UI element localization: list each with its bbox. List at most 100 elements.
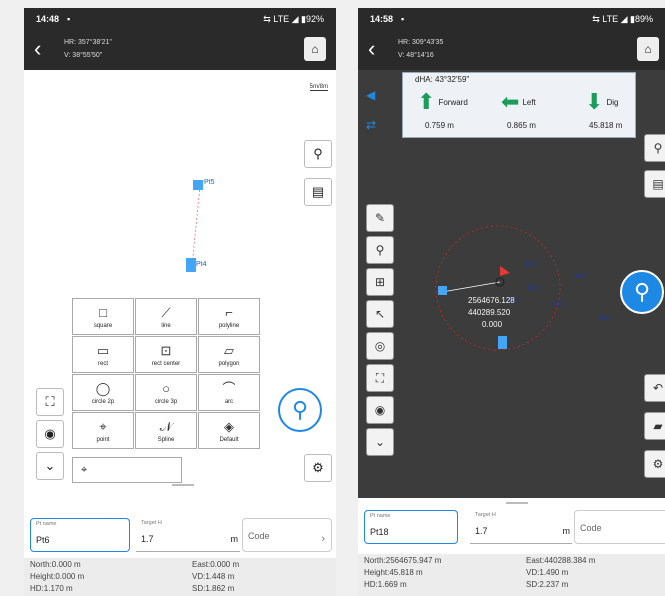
frame-icon: ⛶	[45, 394, 55, 409]
pin-icon: ⚲	[313, 146, 323, 161]
north-value: North:0.000 m	[30, 560, 81, 569]
center-location-button[interactable]: ◉	[36, 420, 64, 448]
point-label-pt13: Pt13	[554, 302, 567, 308]
tool-arc[interactable]: ⌒ arc	[198, 374, 260, 411]
app-header: ‹ HR: 357°38'21" V: 38°55'50" ⌂	[24, 30, 336, 70]
back-button[interactable]: ‹	[368, 36, 375, 62]
sketch-button[interactable]: ✎	[366, 204, 394, 232]
status-time: 14:58	[370, 14, 394, 24]
dig-label: Dig	[606, 97, 619, 107]
arrow-back-icon[interactable]: ◀	[366, 88, 375, 102]
total-station-icon[interactable]: ⌂	[304, 37, 326, 61]
pt-name-field[interactable]: Pt name Pt6	[30, 518, 130, 552]
circle-2p-icon: ◯	[95, 380, 111, 396]
unit-label: m	[562, 526, 571, 536]
collapse-button[interactable]: ⌄	[366, 428, 394, 456]
zoom-extent-button[interactable]: ⛶	[36, 388, 64, 416]
rotate-button[interactable]: ↶	[644, 374, 665, 402]
location-pin-button[interactable]: ⚲	[644, 134, 665, 162]
target-flag	[500, 266, 510, 276]
dig-indicator: ⬇ Dig	[585, 91, 618, 113]
tool-circle-2p[interactable]: ◯ circle 2p	[72, 374, 134, 411]
target-h-value: 1.7	[141, 534, 154, 544]
save-icon: ▤	[311, 184, 325, 199]
tool-label: circle 3p	[154, 398, 178, 405]
forward-value: 0.759 m	[425, 121, 454, 130]
north-value: North:2564675.947 m	[364, 556, 442, 565]
pt-name-field[interactable]: Pt name Pt18	[364, 510, 458, 544]
station-button[interactable]: ◎	[366, 332, 394, 360]
total-station-icon[interactable]: ⌂	[637, 37, 659, 61]
back-button[interactable]: ‹	[34, 36, 41, 62]
target-h-field[interactable]: Target H 1.7 m	[136, 518, 240, 552]
tool-label: point	[96, 436, 110, 443]
center-location-button[interactable]: ◉	[366, 396, 394, 424]
map-point-button[interactable]: ⊞	[366, 268, 394, 296]
tool-point[interactable]: ⌖ point	[72, 412, 134, 449]
sd-value: SD:1.862 m	[192, 584, 235, 593]
save-button[interactable]: ▤	[644, 170, 665, 198]
station-marker	[438, 286, 447, 295]
pt-name-label: Pt name	[370, 513, 391, 519]
coord-easting: 440289.520	[468, 308, 511, 317]
stakeout-fab[interactable]: ⚲	[278, 388, 322, 432]
stakeout-fab[interactable]: ⚲	[620, 270, 664, 314]
tool-label: line	[161, 322, 171, 329]
gear-icon: ⚙	[652, 457, 664, 471]
left-value: 0.865 m	[507, 121, 536, 130]
tool-default-layer[interactable]: ◈ Default	[198, 412, 260, 449]
status-time: 14:48	[36, 14, 60, 24]
tool-rect[interactable]: ▭ rect	[72, 336, 134, 373]
select-button[interactable]: ↖	[366, 300, 394, 328]
battery-label: 92%	[305, 13, 324, 24]
forward-label: Forward	[438, 97, 468, 107]
settings-button[interactable]: ⚙	[304, 454, 332, 482]
target-h-field[interactable]: Target H 1.7 m	[470, 510, 572, 544]
dha-value: dHA: 43°32'59"	[415, 75, 470, 84]
current-tool-selector[interactable]: ⌖	[72, 457, 182, 483]
vd-value: VD:1.490 m	[526, 568, 569, 577]
save-button[interactable]: ▤	[304, 178, 332, 206]
tool-label: rect	[97, 360, 108, 367]
tool-rect-center[interactable]: ⊡ rect center	[135, 336, 197, 373]
tool-label: polyline	[218, 322, 240, 329]
pt-name-value: Pt6	[36, 535, 50, 545]
app-header: ‹ HR: 309°43'35 V: 48°14'16 ⌂	[358, 30, 665, 70]
drag-handle[interactable]	[172, 484, 194, 486]
tool-circle-3p[interactable]: ○ circle 3p	[135, 374, 197, 411]
tool-square[interactable]: □ square	[72, 298, 134, 335]
point-label-pt16: Pt16	[576, 274, 589, 280]
code-field[interactable]: Code ›	[242, 518, 332, 552]
point-form: Pt name Pt6 Target H 1.7 m Code ›	[24, 514, 336, 556]
tool-line[interactable]: ⟋ line	[135, 298, 197, 335]
save-icon: ▤	[652, 177, 664, 191]
tool-label: Spline	[157, 436, 175, 443]
tool-polyline[interactable]: ⌐ polyline	[198, 298, 260, 335]
zoom-extent-button[interactable]: ⛶	[366, 364, 394, 392]
point-icon: ⌖	[99, 418, 107, 434]
drag-handle[interactable]	[506, 502, 528, 504]
folder-button[interactable]: ▰	[644, 412, 665, 440]
code-field[interactable]: Code	[574, 510, 665, 544]
location-pin-button[interactable]: ⚲	[304, 140, 332, 168]
tool-spline[interactable]: 𝒩 Spline	[135, 412, 197, 449]
point-label-pt4: Pt4	[196, 261, 207, 268]
v-angle: V: 48°14'16	[398, 52, 434, 59]
tool-polygon[interactable]: ▱ polygon	[198, 336, 260, 373]
point-label-pt14: Pt14	[600, 316, 613, 322]
pt-name-value: Pt18	[370, 527, 389, 537]
hr-angle: HR: 309°43'35	[398, 39, 444, 46]
arrow-swap-icon[interactable]: ⇄	[366, 118, 376, 132]
point-label-pt18: Pt18	[526, 262, 539, 268]
instrument-marker	[498, 336, 507, 349]
collapse-button[interactable]: ⌄	[36, 452, 64, 480]
tool-label: arc	[224, 398, 234, 405]
arrow-down-icon: ⬇	[585, 89, 604, 114]
line-icon: ⟋	[161, 304, 171, 320]
cursor-icon: ↖	[374, 307, 386, 321]
settings-button[interactable]: ⚙	[644, 450, 665, 478]
pin-icon: ⚲	[653, 141, 663, 155]
add-point-button[interactable]: ⚲	[366, 236, 394, 264]
height-value: Height:45.818 m	[364, 568, 423, 577]
status-bar: 14:58 ▪ ⇆ LTE ◢ ▮89%	[358, 8, 665, 30]
